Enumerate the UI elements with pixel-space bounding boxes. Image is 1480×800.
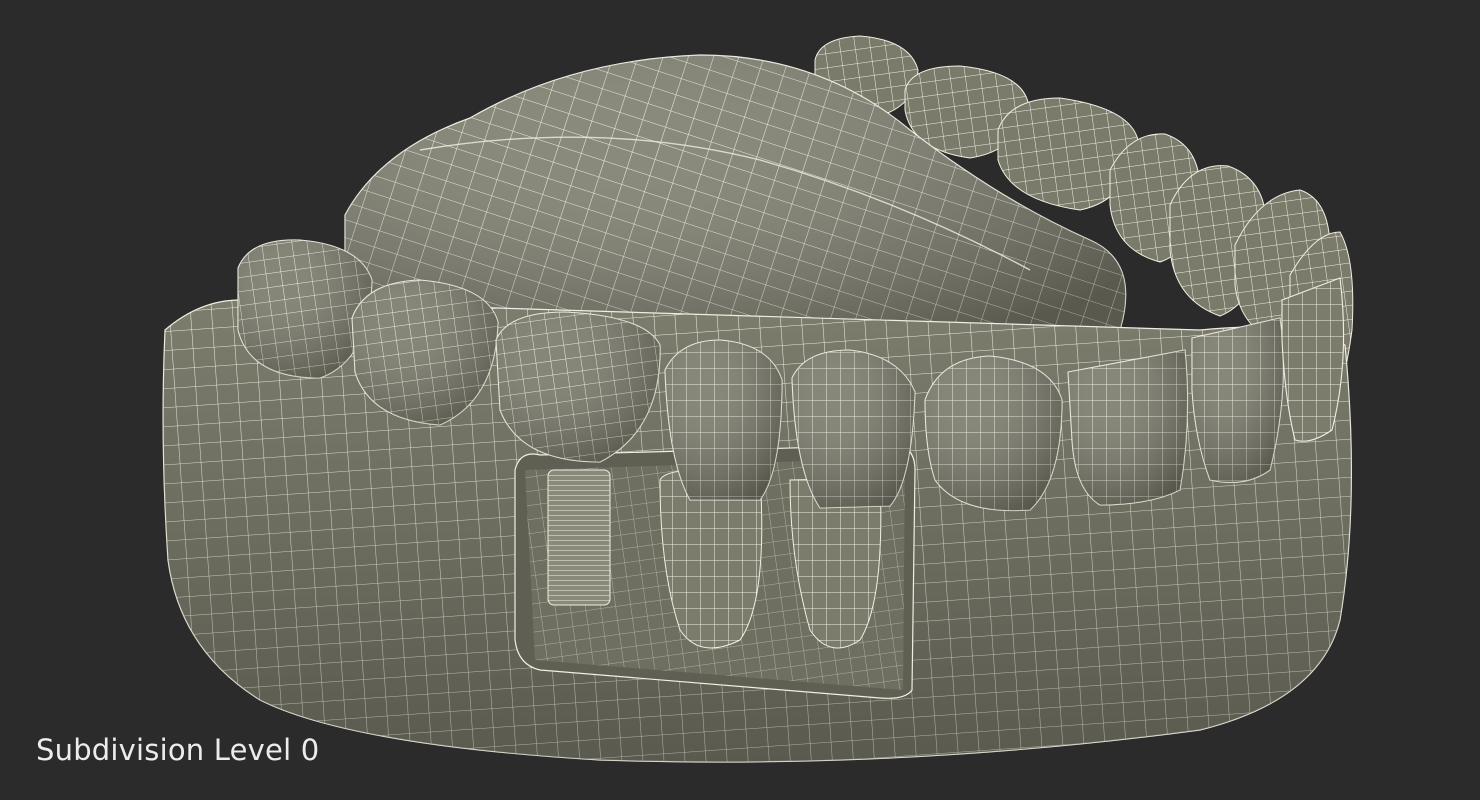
- dental-model-render: [162, 35, 1354, 763]
- implant-screw: [547, 469, 611, 606]
- viewport: Subdivision Level 0: [0, 0, 1480, 800]
- subdivision-level-label: Subdivision Level 0: [36, 733, 320, 767]
